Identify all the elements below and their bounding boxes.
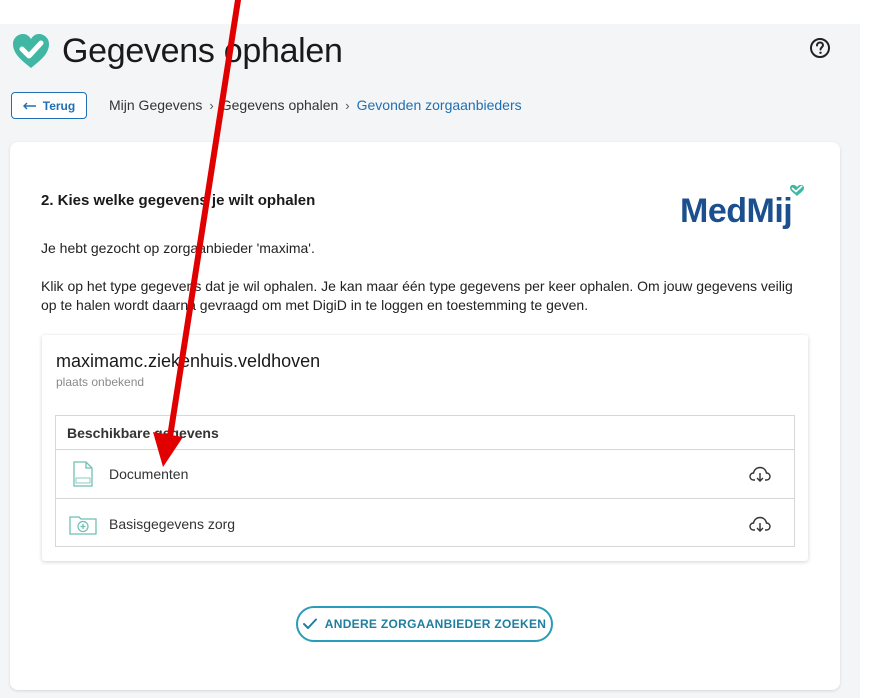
data-row-label: Documenten [109,466,189,482]
medmij-logo: MedMij [680,184,804,230]
medical-folder-icon [69,515,97,535]
page-header: Gegevens ophalen [10,28,343,74]
question-circle-icon[interactable] [809,37,831,59]
provider-name: maximamc.ziekenhuis.veldhoven [56,351,321,371]
data-row-documenten[interactable]: Documenten [56,450,794,499]
breadcrumb-item-current[interactable]: Gevonden zorgaanbieders [357,97,522,113]
chevron-right-icon: › [209,97,214,113]
search-other-provider-button[interactable]: ANDERE ZORGAANBIEDER ZOEKEN [296,606,553,642]
cloud-download-icon[interactable] [749,515,771,533]
main-card: 2. Kies welke gegevens je wilt ophalen M… [10,142,840,690]
back-button[interactable]: Terug [11,92,87,119]
check-icon [302,618,317,629]
cloud-download-icon[interactable] [749,465,771,483]
breadcrumb-item-gegevens-ophalen[interactable]: Gegevens ophalen [221,97,339,113]
step-title: 2. Kies welke gegevens je wilt ophalen [41,192,316,209]
breadcrumb-item-mijn-gegevens[interactable]: Mijn Gegevens [109,97,202,113]
heart-check-icon [13,34,49,68]
table-header: Beschikbare gegevens [56,416,794,450]
page-title: Gegevens ophalen [62,31,343,70]
data-row-label: Basisgegevens zorg [109,515,236,532]
search-other-provider-label: ANDERE ZORGAANBIEDER ZOEKEN [324,617,547,631]
instructions: Klik op het type gegevens dat je wil oph… [41,278,793,313]
top-band [0,0,885,24]
search-intro: Je hebt gezocht op zorgaanbieder 'maxima… [41,240,315,256]
chevron-right-icon: › [345,97,350,113]
breadcrumb: Mijn Gegevens › Gegevens ophalen › Gevon… [109,97,522,113]
back-button-label: Terug [42,98,76,113]
arrow-left-icon [22,102,36,109]
svg-text:MedMij: MedMij [680,192,792,230]
provider-place: plaats onbekend [56,375,145,389]
available-data-table: Beschikbare gegevens Documenten Basisgeg… [55,415,795,547]
document-icon [73,461,93,487]
data-row-basisgegevens-zorg[interactable]: Basisgegevens zorg [56,499,794,548]
provider-card: maximamc.ziekenhuis.veldhoven plaats onb… [42,335,808,561]
